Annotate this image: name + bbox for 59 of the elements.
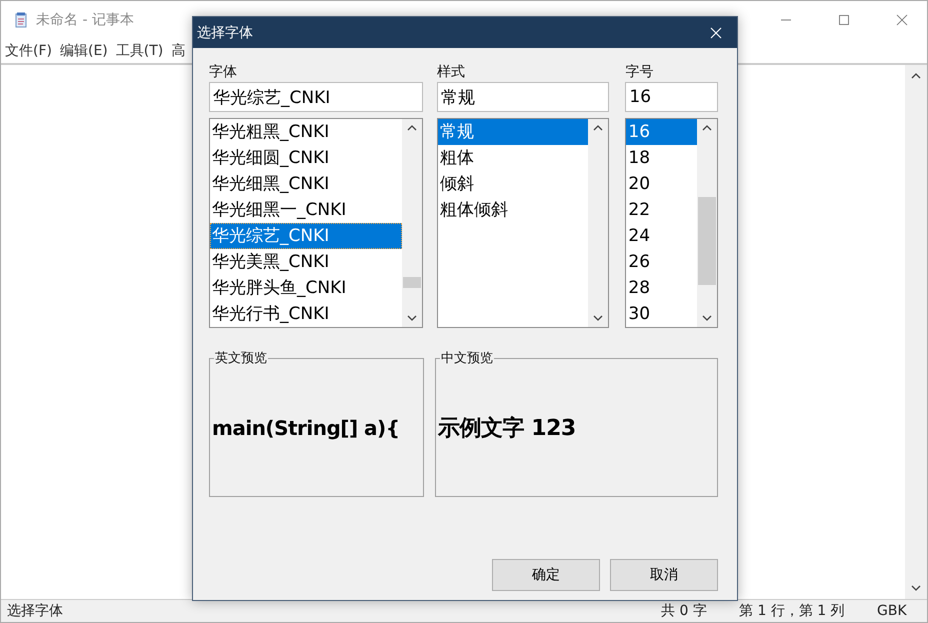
field-label: 字号 bbox=[625, 64, 654, 81]
group-label: 英文预览 bbox=[214, 349, 268, 367]
group-label: 中文预览 bbox=[440, 349, 494, 367]
list-item[interactable]: 26 bbox=[626, 249, 697, 275]
scroll-up-icon[interactable] bbox=[702, 125, 712, 131]
dialog-button[interactable]: 取消 bbox=[610, 559, 718, 591]
field-label: 样式 bbox=[437, 64, 466, 81]
scroll-up-icon[interactable] bbox=[911, 73, 921, 79]
list-item[interactable]: 30 bbox=[626, 301, 697, 327]
list-item[interactable]: 16 bbox=[626, 119, 697, 145]
maximize-button[interactable] bbox=[838, 14, 850, 26]
menu-item[interactable]: 文件(F) bbox=[5, 42, 52, 60]
list-item[interactable]: 华光细黑一_CNKI bbox=[210, 197, 402, 223]
list-item[interactable]: 华光美黑_CNKI bbox=[210, 249, 402, 275]
list-item[interactable]: 20 bbox=[626, 171, 697, 197]
dialog-button[interactable]: 确定 bbox=[492, 559, 600, 591]
list-item[interactable]: 华光胖头鱼_CNKI bbox=[210, 275, 402, 301]
list-item[interactable]: 华光细圆_CNKI bbox=[210, 145, 402, 171]
status-text: 共 0 字 bbox=[661, 602, 708, 620]
scrollbar[interactable] bbox=[905, 65, 927, 599]
list-item[interactable]: 倾斜 bbox=[438, 171, 588, 197]
menu-item[interactable]: 编辑(E) bbox=[60, 42, 108, 60]
menu-item[interactable]: 高 bbox=[171, 42, 186, 60]
list-item[interactable]: 华光细黑_CNKI bbox=[210, 171, 402, 197]
list-item[interactable]: 粗体倾斜 bbox=[438, 197, 588, 223]
window-title: 未命名 - 记事本 bbox=[36, 11, 134, 29]
scroll-down-icon[interactable] bbox=[593, 315, 604, 321]
scroll-down-icon[interactable] bbox=[911, 585, 921, 591]
preview-text: 示例文字 123 bbox=[438, 414, 576, 442]
dialog-title: 选择字体 bbox=[197, 24, 253, 42]
list-item[interactable]: 粗体 bbox=[438, 145, 588, 171]
list-item[interactable]: 22 bbox=[626, 197, 697, 223]
status-text: 第 1 行，第 1 列 bbox=[739, 602, 846, 620]
list-box[interactable]: 常规 粗体 倾斜 粗体倾斜 bbox=[437, 118, 610, 328]
scroll-thumb[interactable] bbox=[403, 277, 422, 288]
status-text: 选择字体 bbox=[6, 602, 64, 620]
scroll-up-icon[interactable] bbox=[593, 125, 604, 131]
scroll-down-icon[interactable] bbox=[702, 315, 712, 321]
list-item[interactable]: 华光综艺_CNKI bbox=[210, 223, 402, 249]
close-button[interactable] bbox=[896, 14, 908, 26]
menu-item[interactable]: 工具(T) bbox=[116, 42, 164, 60]
list-item[interactable]: 常规 bbox=[438, 119, 588, 145]
field-label: 字体 bbox=[209, 64, 238, 81]
scroll-up-icon[interactable] bbox=[407, 125, 418, 131]
input-field[interactable]: 常规 bbox=[437, 82, 610, 112]
scroll-down-icon[interactable] bbox=[407, 315, 418, 321]
list-item[interactable]: 28 bbox=[626, 275, 697, 301]
list-box[interactable]: 16 18 20 22 24 26 28 30 bbox=[625, 118, 718, 328]
list-item[interactable]: 24 bbox=[626, 223, 697, 249]
list-box[interactable]: 华光粗黑_CNKI 华光细圆_CNKI 华光细黑_CNKI 华光细黑一_CNKI 华光综艺_CNKI 华光美黑_CNKI 华光胖头鱼_CNKI 华光行书_CNKI bbox=[209, 118, 424, 328]
status-text: GBK bbox=[877, 603, 908, 619]
list-item[interactable]: 华光行书_CNKI bbox=[210, 301, 402, 327]
notepad-icon bbox=[15, 12, 27, 28]
input-field[interactable]: 华光综艺_CNKI bbox=[209, 82, 424, 112]
list-item[interactable]: 18 bbox=[626, 145, 697, 171]
input-field[interactable]: 16 bbox=[625, 82, 718, 112]
scroll-thumb[interactable] bbox=[698, 197, 716, 285]
list-item[interactable]: 华光粗黑_CNKI bbox=[210, 119, 402, 145]
preview-text: main(String[] a){ bbox=[212, 416, 400, 440]
